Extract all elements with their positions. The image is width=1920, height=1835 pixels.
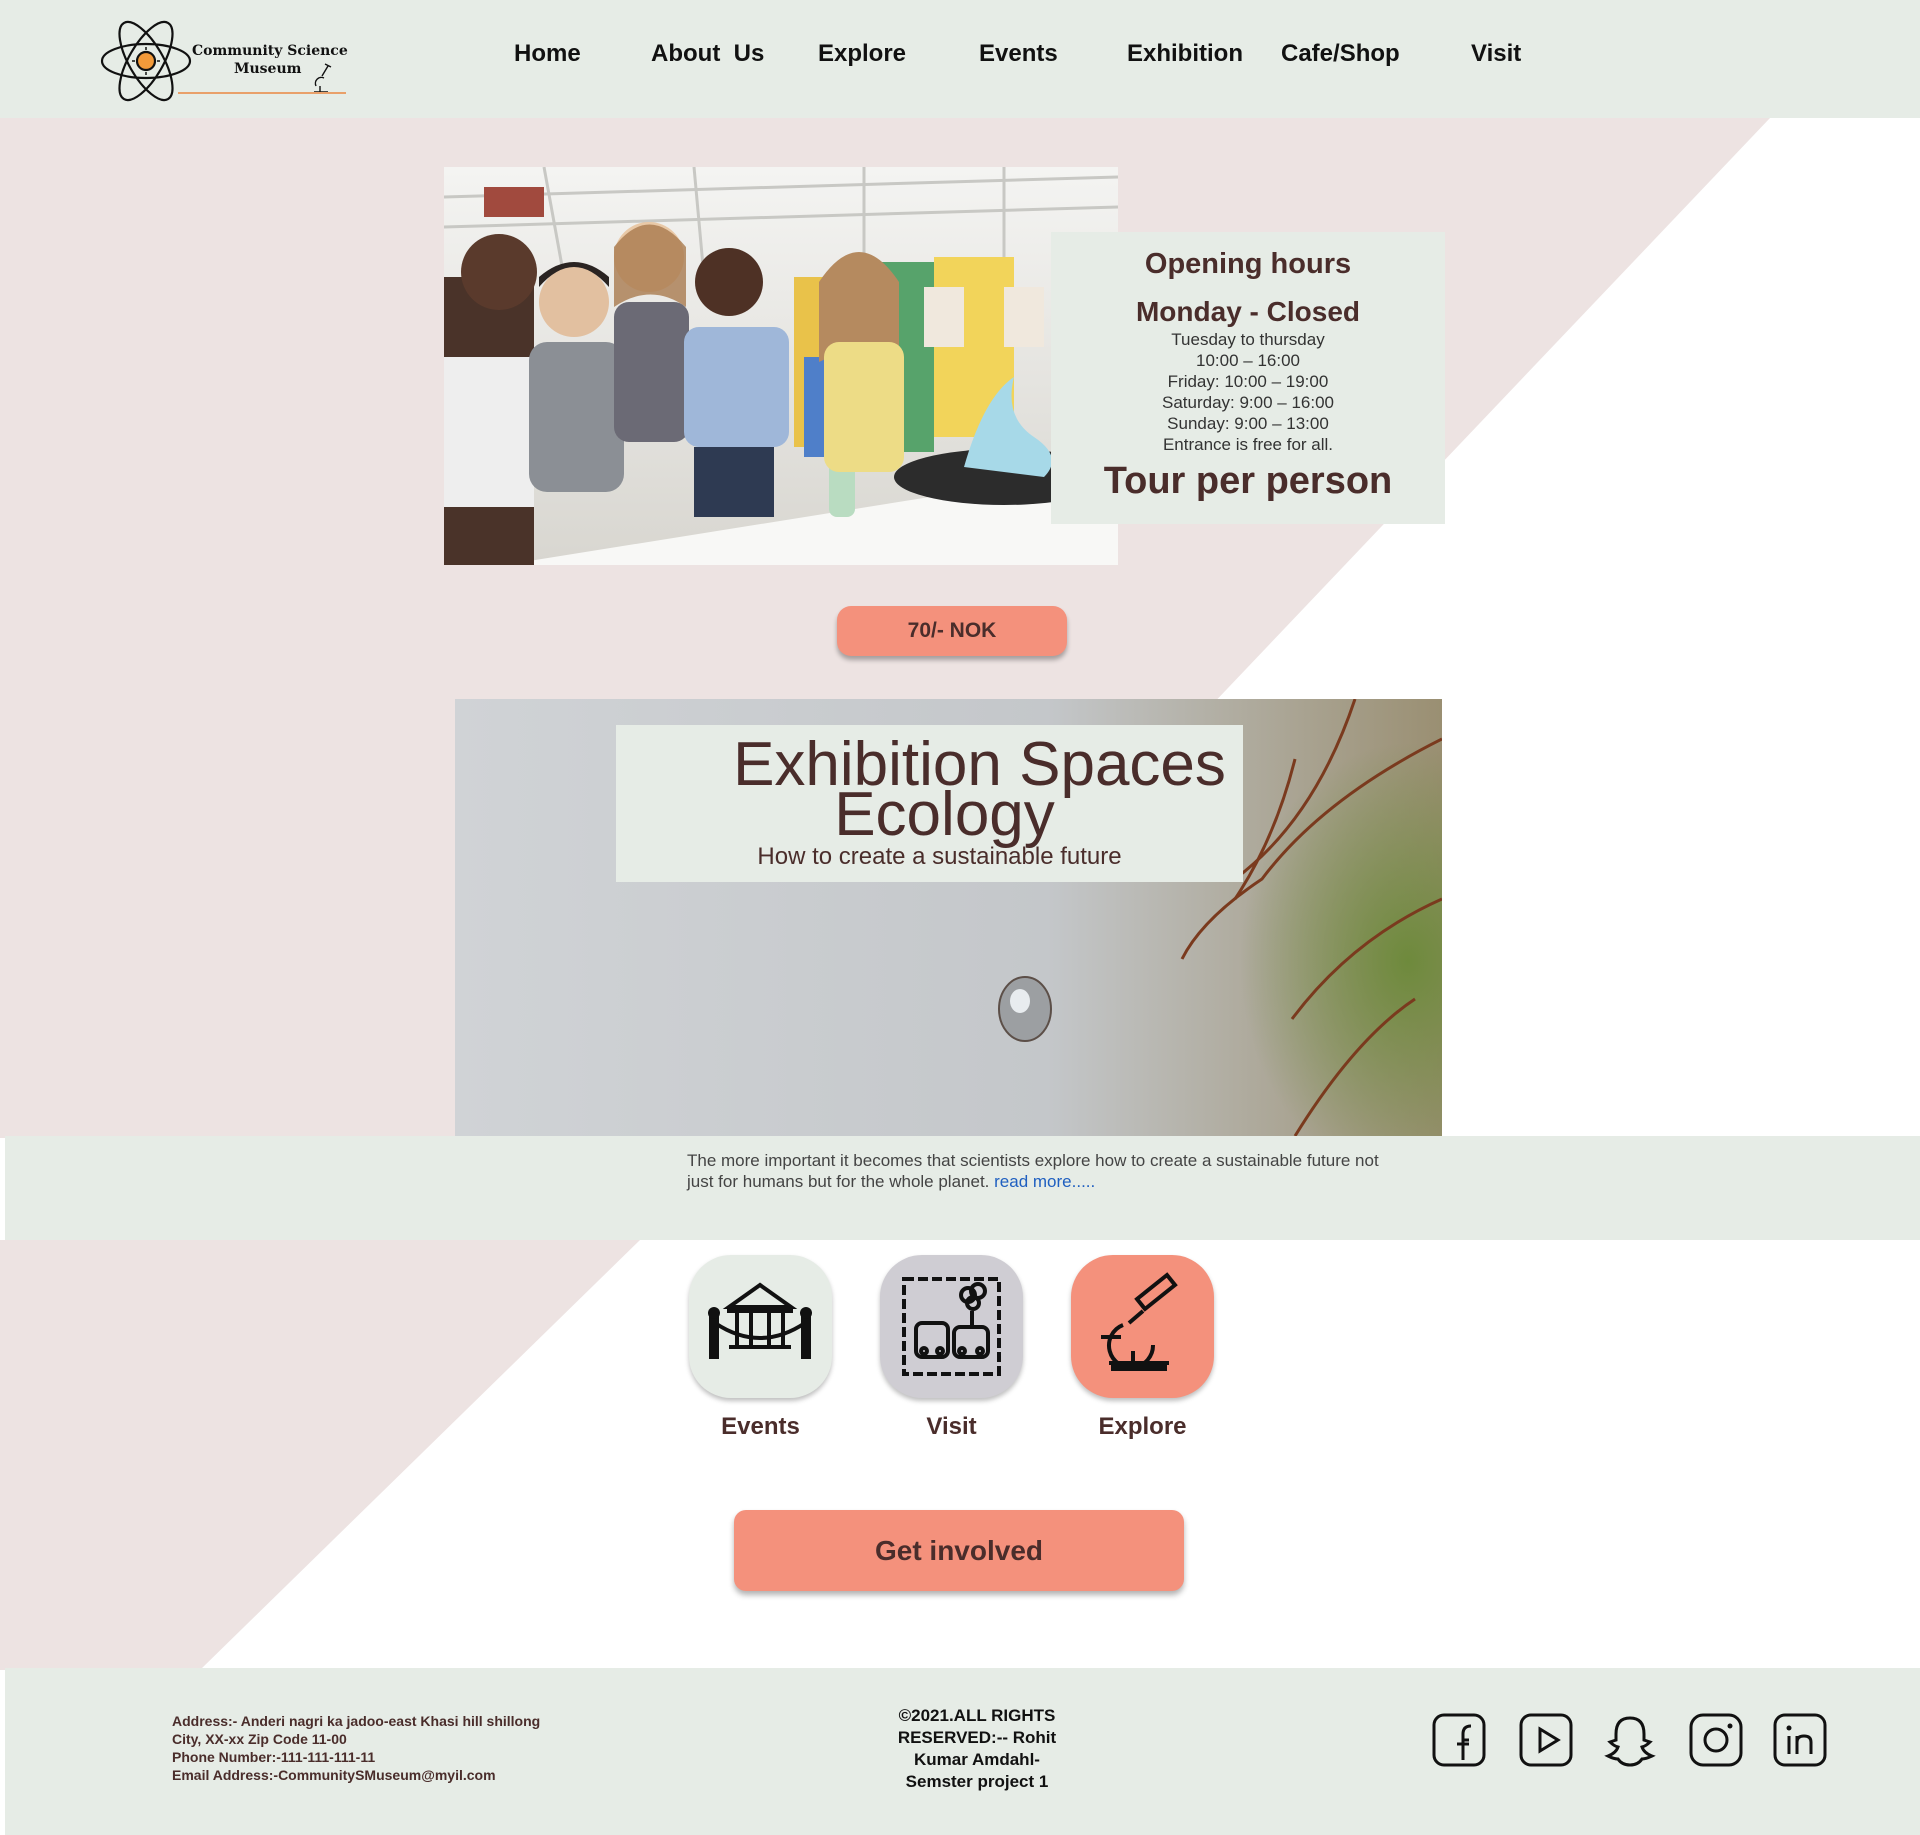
email-line: Email Address:-CommunitySMuseum@myil.com bbox=[172, 1767, 496, 1783]
hours-line: Entrance is free for all. bbox=[1162, 435, 1334, 454]
exhibition-title-line2: Ecology bbox=[834, 780, 1055, 849]
site-footer: Address:- Anderi nagri ka jadoo-east Kha… bbox=[5, 1668, 1920, 1835]
exhibition-subtitle: How to create a sustainable future bbox=[757, 843, 1122, 870]
nav-visit[interactable]: Visit bbox=[1471, 40, 1521, 68]
explore-tile[interactable] bbox=[1071, 1255, 1214, 1398]
price-button[interactable]: 70/- NOK bbox=[837, 606, 1067, 656]
instagram-icon[interactable] bbox=[1688, 1712, 1744, 1768]
hours-line: Sunday: 9:00 – 13:00 bbox=[1167, 414, 1329, 433]
description-text: The more important it becomes that scien… bbox=[687, 1150, 1387, 1192]
cars-balloons-icon bbox=[902, 1277, 1001, 1376]
hours-line: Saturday: 9:00 – 16:00 bbox=[1161, 393, 1335, 412]
visit-tile[interactable] bbox=[880, 1255, 1023, 1398]
city-line: City, XX-xx Zip Code 11-00 bbox=[172, 1731, 347, 1747]
opening-hours-card: Opening hours Monday - Closed Tuesday to… bbox=[1051, 232, 1445, 524]
microscope-icon bbox=[1101, 1272, 1178, 1371]
youtube-icon[interactable] bbox=[1518, 1712, 1574, 1768]
facebook-icon[interactable] bbox=[1431, 1712, 1487, 1768]
phone-line: Phone Number:-111-111-111-11 bbox=[172, 1749, 376, 1765]
copyright-line: ©2021.ALL RIGHTS bbox=[898, 1706, 1056, 1725]
get-involved-button[interactable]: Get involved bbox=[734, 1510, 1184, 1591]
hours-line: Friday: 10:00 – 19:00 bbox=[1167, 372, 1329, 391]
snapchat-icon[interactable] bbox=[1602, 1712, 1658, 1768]
opening-hours-title: Opening hours bbox=[1144, 248, 1352, 280]
children-science-exhibit-photo bbox=[444, 167, 1118, 565]
nav-events[interactable]: Events bbox=[979, 40, 1058, 68]
explore-tile-label: Explore bbox=[1098, 1413, 1187, 1440]
exhibition-title-card: Exhibition Spaces Ecology How to create … bbox=[616, 725, 1243, 882]
read-more-link[interactable]: read more..... bbox=[994, 1172, 1095, 1191]
logo-underline bbox=[178, 92, 346, 94]
hours-line: 10:00 – 16:00 bbox=[1196, 351, 1300, 370]
copyright-line: Semster project 1 bbox=[905, 1772, 1049, 1791]
atom-logo-icon[interactable] bbox=[100, 20, 350, 102]
footer-address: Address:- Anderi nagri ka jadoo-east Kha… bbox=[172, 1712, 540, 1784]
events-tile-label: Events bbox=[721, 1413, 800, 1440]
copyright-line: RESERVED:-- Rohit bbox=[897, 1728, 1057, 1747]
logo-text-line1: Community Science bbox=[192, 43, 348, 59]
nav-about-us[interactable]: About Us bbox=[651, 40, 764, 68]
nav-home[interactable]: Home bbox=[514, 40, 581, 68]
copyright-line: Kumar Amdahl- bbox=[914, 1750, 1040, 1769]
nav-cafe-shop[interactable]: Cafe/Shop bbox=[1281, 40, 1400, 68]
monday-closed-label: Monday - Closed bbox=[1135, 296, 1360, 327]
hours-line: Tuesday to thursday bbox=[1171, 330, 1325, 349]
events-tile[interactable] bbox=[689, 1255, 832, 1398]
nav-explore[interactable]: Explore bbox=[818, 40, 906, 68]
linkedin-icon[interactable] bbox=[1772, 1712, 1828, 1768]
logo-text-line2: Museum bbox=[234, 61, 302, 77]
site-header: Community Science Museum Home About Us E… bbox=[0, 0, 1920, 118]
tour-per-person-label: Tour per person bbox=[1103, 460, 1393, 502]
description-band: The more important it becomes that scien… bbox=[5, 1136, 1920, 1240]
address-line: Address:- Anderi nagri ka jadoo-east Kha… bbox=[172, 1713, 541, 1729]
nav-exhibition[interactable]: Exhibition bbox=[1127, 40, 1243, 68]
visit-tile-label: Visit bbox=[926, 1413, 977, 1440]
museum-building-icon bbox=[708, 1282, 812, 1359]
footer-copyright: ©2021.ALL RIGHTS RESERVED:-- Rohit Kumar… bbox=[877, 1705, 1077, 1793]
